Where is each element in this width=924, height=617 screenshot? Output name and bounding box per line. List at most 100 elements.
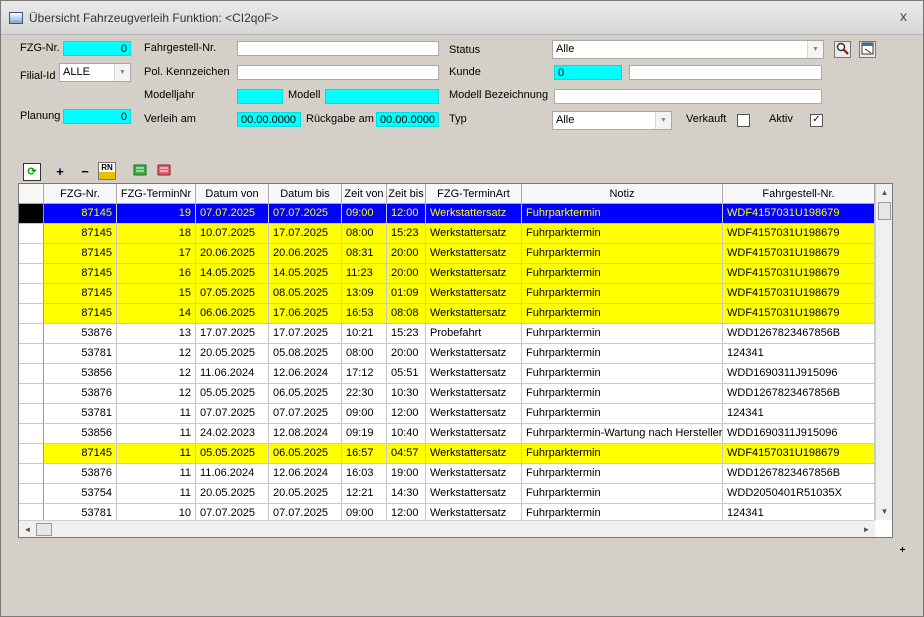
row-selector[interactable]: [19, 444, 44, 464]
cell-datum-bis[interactable]: 06.05.2025: [269, 444, 342, 464]
table-row[interactable]: 53754 11 20.05.2025 20.05.2025 12:21 14:30 Wer…: [19, 484, 875, 504]
cell-fzg-termin-art[interactable]: Werkstattersatz: [426, 224, 522, 244]
row-selector[interactable]: [19, 304, 44, 324]
cell-fzg-termin-nr[interactable]: 11: [117, 424, 196, 444]
row-selector[interactable]: [19, 364, 44, 384]
cell-notiz[interactable]: Fuhrparktermin: [522, 324, 723, 344]
cell-fzg-termin-nr[interactable]: 11: [117, 484, 196, 504]
scroll-right-icon[interactable]: ►: [858, 521, 875, 537]
cell-datum-von[interactable]: 07.07.2025: [196, 404, 269, 424]
cell-fzg-termin-nr[interactable]: 11: [117, 404, 196, 424]
cell-zeit-bis[interactable]: 04:57: [387, 444, 426, 464]
verleih-am-field[interactable]: 00.00.0000: [237, 112, 301, 127]
cell-zeit-bis[interactable]: 10:40: [387, 424, 426, 444]
cell-fzg-termin-art[interactable]: Werkstattersatz: [426, 424, 522, 444]
cell-datum-bis[interactable]: 08.05.2025: [269, 284, 342, 304]
cell-fahrgestell-nr[interactable]: WDD1267823467856B: [723, 384, 875, 404]
kunde-id-field[interactable]: 0: [554, 65, 622, 80]
cell-fzg-termin-art[interactable]: Werkstattersatz: [426, 464, 522, 484]
cell-fahrgestell-nr[interactable]: WDF4157031U198679: [723, 224, 875, 244]
modell-bezeichnung-field[interactable]: [554, 89, 822, 104]
table-row[interactable]: 87145 15 07.05.2025 08.05.2025 13:09 01:09 Wer…: [19, 284, 875, 304]
row-selector[interactable]: [19, 424, 44, 444]
cell-notiz[interactable]: Fuhrparktermin-Wartung nach Hersteller: [522, 424, 723, 444]
cell-fzg-termin-nr[interactable]: 19: [117, 204, 196, 224]
print-button[interactable]: [155, 162, 173, 180]
close-button[interactable]: x: [900, 8, 907, 24]
cell-zeit-von[interactable]: 11:23: [342, 264, 387, 284]
fahrgestell-nr-field[interactable]: [237, 41, 439, 56]
cell-notiz[interactable]: Fuhrparktermin: [522, 284, 723, 304]
table-row[interactable]: 87145 14 06.06.2025 17.06.2025 16:53 08:08 Wer…: [19, 304, 875, 324]
scroll-left-icon[interactable]: ◄: [19, 521, 36, 537]
fzg-nr-field[interactable]: 0: [63, 41, 131, 56]
cell-fzg-termin-nr[interactable]: 15: [117, 284, 196, 304]
cell-fzg-termin-art[interactable]: Werkstattersatz: [426, 384, 522, 404]
termin-grid[interactable]: FZG-Nr. FZG-TerminNr Datum von Datum bis Zei…: [18, 183, 893, 538]
cell-fzg-termin-art[interactable]: Werkstattersatz: [426, 204, 522, 224]
chevron-down-icon[interactable]: ▼: [114, 64, 130, 81]
cell-notiz[interactable]: Fuhrparktermin: [522, 364, 723, 384]
cell-fzg-termin-nr[interactable]: 17: [117, 244, 196, 264]
cell-notiz[interactable]: Fuhrparktermin: [522, 344, 723, 364]
planung-field[interactable]: 0: [63, 109, 131, 124]
cell-datum-von[interactable]: 14.05.2025: [196, 264, 269, 284]
table-row[interactable]: 53876 13 17.07.2025 17.07.2025 10:21 15:23 Pro…: [19, 324, 875, 344]
cell-fzg-nr[interactable]: 53781: [44, 404, 117, 424]
row-selector[interactable]: [19, 484, 44, 504]
cell-fzg-termin-art[interactable]: Werkstattersatz: [426, 404, 522, 424]
table-row[interactable]: 53876 12 05.05.2025 06.05.2025 22:30 10:30 Wer…: [19, 384, 875, 404]
column-header-row-selector[interactable]: [19, 184, 44, 204]
table-row[interactable]: 53876 11 11.06.2024 12.06.2024 16:03 19:00 Wer…: [19, 464, 875, 484]
cell-zeit-von[interactable]: 12:21: [342, 484, 387, 504]
row-selector[interactable]: [19, 384, 44, 404]
vertical-scrollbar[interactable]: ▲ ▼: [875, 184, 892, 520]
cell-datum-von[interactable]: 24.02.2023: [196, 424, 269, 444]
add-row-icon[interactable]: +: [898, 546, 907, 556]
cell-fahrgestell-nr[interactable]: WDF4157031U198679: [723, 244, 875, 264]
cell-fzg-termin-nr[interactable]: 12: [117, 384, 196, 404]
cell-zeit-von[interactable]: 16:53: [342, 304, 387, 324]
cell-zeit-bis[interactable]: 15:23: [387, 324, 426, 344]
cell-fzg-termin-art[interactable]: Werkstattersatz: [426, 444, 522, 464]
modell-field[interactable]: [325, 89, 439, 104]
cell-zeit-bis[interactable]: 01:09: [387, 284, 426, 304]
rn-button[interactable]: RN: [98, 162, 116, 180]
cell-datum-bis[interactable]: 06.05.2025: [269, 384, 342, 404]
cell-notiz[interactable]: Fuhrparktermin: [522, 204, 723, 224]
table-row[interactable]: 87145 18 10.07.2025 17.07.2025 08:00 15:23 Wer…: [19, 224, 875, 244]
column-header-notiz[interactable]: Notiz: [522, 184, 723, 204]
table-row[interactable]: 53856 11 24.02.2023 12.08.2024 09:19 10:40 Wer…: [19, 424, 875, 444]
cell-datum-bis[interactable]: 17.06.2025: [269, 304, 342, 324]
table-row[interactable]: 87145 16 14.05.2025 14.05.2025 11:23 20:00 Wer…: [19, 264, 875, 284]
cell-fzg-termin-art[interactable]: Probefahrt: [426, 324, 522, 344]
cell-fzg-nr[interactable]: 53876: [44, 324, 117, 344]
cell-zeit-von[interactable]: 09:00: [342, 204, 387, 224]
excel-export-button[interactable]: [131, 162, 149, 180]
cell-fahrgestell-nr[interactable]: 124341: [723, 344, 875, 364]
cell-fzg-termin-nr[interactable]: 14: [117, 304, 196, 324]
vertical-scroll-thumb[interactable]: [878, 202, 891, 220]
cell-notiz[interactable]: Fuhrparktermin: [522, 224, 723, 244]
cell-notiz[interactable]: Fuhrparktermin: [522, 404, 723, 424]
filial-id-select[interactable]: ALLE ▼: [59, 63, 131, 82]
cell-fzg-termin-art[interactable]: Werkstattersatz: [426, 484, 522, 504]
horizontal-scroll-thumb[interactable]: [36, 523, 52, 536]
verkauft-checkbox[interactable]: [737, 114, 750, 127]
cell-fzg-nr[interactable]: 87145: [44, 204, 117, 224]
cell-datum-von[interactable]: 07.05.2025: [196, 284, 269, 304]
cell-fzg-nr[interactable]: 87145: [44, 444, 117, 464]
cell-zeit-bis[interactable]: 08:08: [387, 304, 426, 324]
table-row[interactable]: 53781 11 07.07.2025 07.07.2025 09:00 12:00 Wer…: [19, 404, 875, 424]
cell-fahrgestell-nr[interactable]: WDD1690311J915096: [723, 424, 875, 444]
add-button[interactable]: +: [51, 163, 69, 181]
kunde-name-field[interactable]: [629, 65, 822, 80]
cell-fzg-termin-nr[interactable]: 12: [117, 364, 196, 384]
cell-datum-von[interactable]: 06.06.2025: [196, 304, 269, 324]
cell-datum-bis[interactable]: 17.07.2025: [269, 224, 342, 244]
cell-datum-von[interactable]: 10.07.2025: [196, 224, 269, 244]
cell-zeit-bis[interactable]: 12:00: [387, 204, 426, 224]
cell-fahrgestell-nr[interactable]: WDF4157031U198679: [723, 284, 875, 304]
cell-fzg-termin-art[interactable]: Werkstattersatz: [426, 364, 522, 384]
cell-datum-von[interactable]: 11.06.2024: [196, 364, 269, 384]
